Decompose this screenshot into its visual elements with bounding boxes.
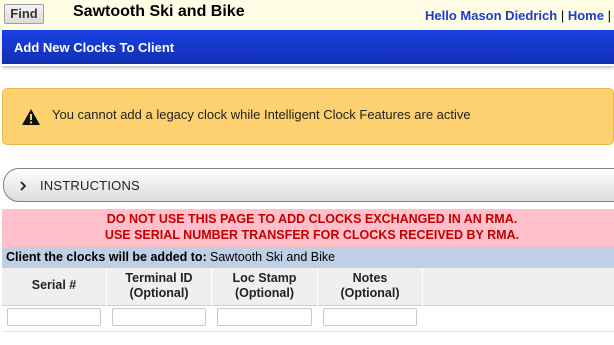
client-target-label: Client the clocks will be added to:	[6, 250, 207, 264]
find-button[interactable]: Find	[4, 4, 44, 24]
rma-alert: DO NOT USE THIS PAGE TO ADD CLOCKS EXCHA…	[2, 209, 614, 247]
client-name-title: Sawtooth Ski and Bike	[73, 3, 245, 20]
warning-triangle-icon	[22, 109, 40, 125]
link-separator: |	[560, 8, 565, 23]
column-header-sublabel: (Optional)	[234, 286, 294, 300]
column-header-sublabel: (Optional)	[129, 286, 189, 300]
loc-stamp-input[interactable]	[217, 308, 312, 326]
clocks-table-header: Serial # Terminal ID (Optional) Loc Stam…	[2, 268, 614, 306]
serial-input[interactable]	[7, 308, 101, 326]
user-links: Hello Mason Diedrich | Home | H	[425, 8, 614, 23]
warning-text: You cannot add a legacy clock while Inte…	[52, 107, 471, 122]
row-divider	[2, 331, 614, 332]
column-header-terminal-id: Terminal ID (Optional)	[107, 268, 212, 306]
instructions-label: INSTRUCTIONS	[40, 178, 140, 193]
column-header-label: Loc Stamp	[232, 271, 297, 285]
rma-alert-line-1: DO NOT USE THIS PAGE TO ADD CLOCKS EXCHA…	[106, 212, 518, 226]
column-header-serial: Serial #	[2, 268, 107, 306]
chevron-right-icon	[20, 181, 27, 191]
warning-message-box: You cannot add a legacy clock while Inte…	[2, 88, 614, 145]
top-bar: Find Sawtooth Ski and Bike Hello Mason D…	[0, 0, 614, 30]
page-title-banner: Add New Clocks To Client	[2, 30, 614, 66]
column-header-notes: Notes (Optional)	[318, 268, 423, 306]
column-header-label: Terminal ID	[125, 271, 193, 285]
notes-input[interactable]	[323, 308, 417, 326]
rma-alert-line-2: USE SERIAL NUMBER TRANSFER FOR CLOCKS RE…	[104, 228, 520, 242]
column-header-label: Serial #	[31, 278, 77, 292]
terminal-id-input[interactable]	[112, 308, 206, 326]
client-target-row: Client the clocks will be added to: Sawt…	[2, 247, 614, 268]
column-header-sublabel: (Optional)	[340, 286, 400, 300]
column-header-loc-stamp: Loc Stamp (Optional)	[212, 268, 318, 306]
link-separator: |	[607, 8, 611, 23]
page-title: Add New Clocks To Client	[14, 40, 175, 55]
greeting-link[interactable]: Hello Mason Diedrich	[425, 8, 557, 23]
home-link[interactable]: Home	[568, 8, 604, 23]
column-header-label: Notes	[352, 271, 388, 285]
table-row	[2, 306, 614, 345]
client-target-value: Sawtooth Ski and Bike	[210, 250, 336, 264]
instructions-toggle[interactable]: INSTRUCTIONS	[3, 168, 614, 202]
